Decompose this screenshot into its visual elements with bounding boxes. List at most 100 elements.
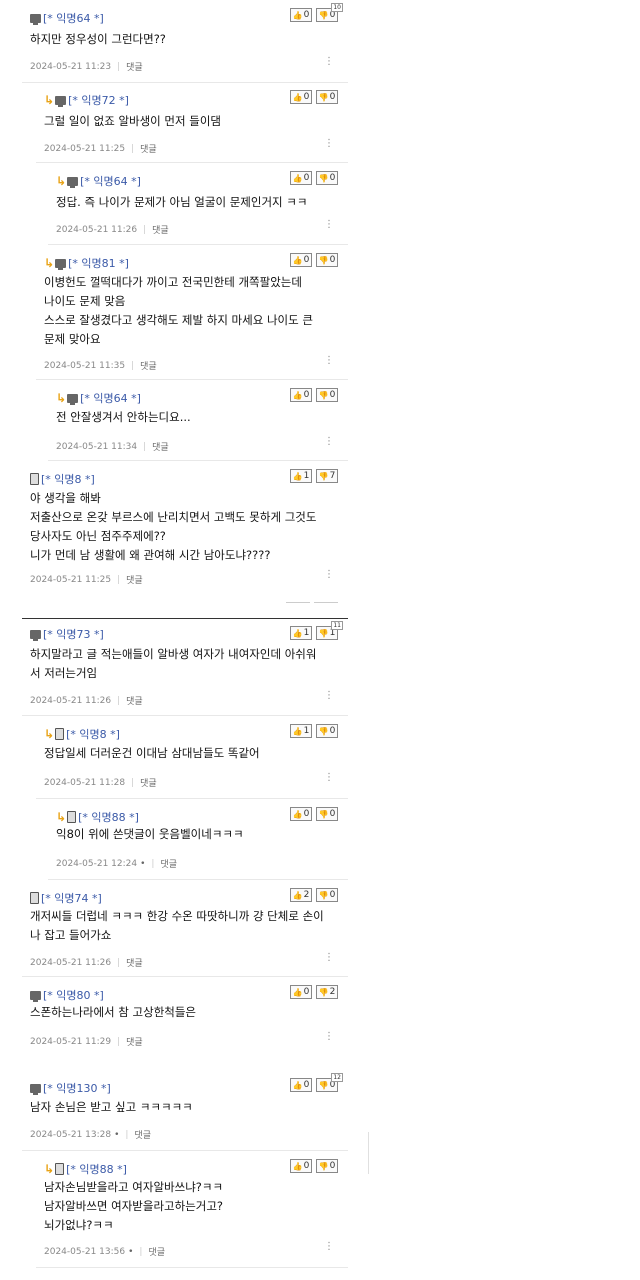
more-icon[interactable]: ⋮ [324, 1242, 334, 1252]
more-icon[interactable]: ⋮ [324, 570, 334, 580]
pc-icon [30, 13, 41, 25]
comment-author[interactable]: [* 익명81 *] [68, 255, 129, 271]
reply-link[interactable]: 댓글 [126, 1035, 143, 1048]
comment-item: ↳ [* 익명88 *] 👍 0 👎 0 남자손님받을라고 여자알바쓰냐?ㅋㅋ 남자… [36, 1151, 348, 1268]
more-icon[interactable]: ⋮ [324, 437, 334, 447]
reply-link[interactable]: 댓글 [152, 223, 169, 236]
dislike-button[interactable]: 👎 0 [316, 888, 338, 902]
more-icon[interactable]: ⋮ [324, 1032, 334, 1042]
more-icon[interactable]: ⋮ [324, 57, 334, 67]
reply-link[interactable]: 댓글 [160, 857, 177, 870]
comment-item: ↳ [* 익명88 *] 👍 0 👎 0 익8이 위에 쓴댓글이 웃음벨이네ㅋㅋㅋ … [48, 799, 348, 880]
comment-author[interactable]: [* 익명73 *] [43, 626, 104, 642]
count-badge: 12 [331, 1073, 343, 1082]
reply-link[interactable]: 댓글 [134, 1128, 151, 1141]
comment-author[interactable]: [* 익명130 *] [43, 1080, 111, 1096]
comment-author[interactable]: [* 익명88 *] [78, 809, 139, 825]
comment-body: 그럴 일이 없죠 알바생이 먼저 들이댐 [44, 114, 221, 128]
reply-link[interactable]: 댓글 [140, 142, 157, 155]
comment-time: 2024-05-21 11:23 [30, 61, 112, 72]
like-button[interactable]: 👍 0 [290, 90, 312, 104]
more-icon[interactable]: ⋮ [324, 691, 334, 701]
reply-link[interactable]: 댓글 [126, 694, 143, 707]
reply-link[interactable]: 댓글 [140, 776, 157, 789]
more-icon[interactable]: ⋮ [324, 220, 334, 230]
dislike-button[interactable]: 👎 7 [316, 469, 338, 483]
dislike-button[interactable]: 👎 0 [316, 1159, 338, 1173]
reply-link[interactable]: 댓글 [126, 573, 143, 586]
comment-author[interactable]: [* 익명64 *] [80, 390, 141, 406]
like-button[interactable]: 👍 0 [290, 253, 312, 267]
pc-icon [55, 258, 67, 270]
divider [286, 602, 310, 603]
thumbs-down-icon: 👎 [318, 471, 329, 481]
thumbs-down-icon: 👎 [318, 390, 329, 400]
like-button[interactable]: 👍 2 [290, 888, 312, 902]
like-button[interactable]: 👍 0 [290, 1159, 312, 1173]
comment-header: ↳ [* 익명72 *] [44, 92, 129, 108]
dislike-button[interactable]: 👎 2 [316, 985, 338, 999]
dislike-button[interactable]: 👎 0 [316, 253, 338, 267]
comment-time: 2024-05-21 11:25 [44, 143, 126, 154]
dislike-button[interactable]: 👎 0 [316, 724, 338, 738]
comment-author[interactable]: [* 익명8 *] [41, 471, 95, 487]
mobile-icon [67, 811, 77, 823]
comment-header: ↳ [* 익명8 *] [44, 726, 120, 742]
comment-body: 개저씨들 더럽네 ㅋㅋㅋ 한강 수온 따땃하니까 걍 단체로 손이 나 잡고 들… [30, 909, 324, 942]
reply-link[interactable]: 댓글 [126, 60, 143, 73]
comment-author[interactable]: [* 익명64 *] [80, 173, 141, 189]
comment-meta: 2024-05-21 11:28 | 댓글 [44, 776, 157, 790]
comment-header: ↳ [* 익명88 *] [44, 1161, 127, 1177]
like-button[interactable]: 👍 0 [290, 8, 312, 22]
reply-link[interactable]: 댓글 [152, 440, 169, 453]
reply-link[interactable]: 댓글 [148, 1245, 165, 1258]
comment-author[interactable]: [* 익명80 *] [43, 987, 104, 1003]
dislike-button[interactable]: 👎 0 [316, 388, 338, 402]
like-button[interactable]: 👍 1 [290, 626, 312, 640]
comment-header: ↳ [* 익명64 *] [56, 173, 141, 189]
thumbs-up-icon: 👍 [292, 809, 303, 819]
dislike-button[interactable]: 👎 0 [316, 807, 338, 821]
dislike-button[interactable]: 👎 0 [316, 171, 338, 185]
dislike-button[interactable]: 👎 1 11 [316, 621, 343, 640]
comment-time: 2024-05-21 11:34 [56, 441, 138, 452]
more-icon[interactable]: ⋮ [324, 139, 334, 149]
dislike-button[interactable]: 👎 0 [316, 90, 338, 104]
comment-author[interactable]: [* 익명8 *] [66, 726, 120, 742]
dislike-button[interactable]: 👎 0 12 [316, 1073, 343, 1092]
pc-icon [67, 393, 79, 405]
comment-author[interactable]: [* 익명88 *] [66, 1161, 127, 1177]
like-button[interactable]: 👍 1 [290, 469, 312, 483]
reply-link[interactable]: 댓글 [126, 956, 143, 969]
more-icon[interactable]: ⋮ [324, 356, 334, 366]
thumbs-down-icon: 👎 [318, 92, 329, 102]
comment-author[interactable]: [* 익명74 *] [41, 890, 102, 906]
dislike-button[interactable]: 👎 0 10 [316, 3, 343, 22]
comment-author[interactable]: [* 익명72 *] [68, 92, 129, 108]
like-button[interactable]: 👍 0 [290, 1078, 312, 1092]
mobile-icon [55, 728, 65, 740]
comment-header: ↳ [* 익명88 *] [56, 809, 139, 825]
comment-item: [* 익명80 *] 👍 0 👎 2 스폰하는나라에서 참 고상한척들은 2024-… [22, 977, 348, 1057]
more-icon[interactable]: ⋮ [324, 773, 334, 783]
comment-time: 2024-05-21 12:24 [56, 858, 138, 869]
comment-item: ↳ [* 익명81 *] 👍 0 👎 0 이병헌도 껄떡대다가 까이고 전국민한테 … [36, 245, 348, 380]
comment-item: ↳ [* 익명72 *] 👍 0 👎 0 그럴 일이 없죠 알바생이 먼저 들이댐 … [36, 82, 348, 163]
like-button[interactable]: 👍 1 [290, 724, 312, 738]
comment-item: [* 익명8 *] 👍 1 👎 7 야 생각을 해봐 저출산으로 온갖 부르스에 난… [22, 461, 348, 601]
comment-body: 남자 손님은 받고 싶고 ㅋㅋㅋㅋㅋ [30, 1100, 193, 1114]
reply-link[interactable]: 댓글 [140, 359, 157, 372]
like-button[interactable]: 👍 0 [290, 807, 312, 821]
comment-author[interactable]: [* 익명64 *] [43, 10, 104, 26]
like-button[interactable]: 👍 0 [290, 388, 312, 402]
thumbs-up-icon: 👍 [292, 726, 303, 736]
comment-item: [* 익명64 *] 👍 0 👎 0 10 하지만 정우성이 그런다면?? 2024-… [22, 0, 348, 83]
comment-time: 2024-05-21 11:35 [44, 360, 126, 371]
comment-body: 남자손님받을라고 여자알바쓰냐?ㅋㅋ 남자알바쓰면 여자받을라고하는거고? 뇌가… [44, 1180, 224, 1232]
more-icon[interactable]: ⋮ [324, 953, 334, 963]
pc-icon [30, 1083, 41, 1095]
thumbs-down-icon: 👎 [318, 890, 329, 900]
like-button[interactable]: 👍 0 [290, 985, 312, 999]
comment-time: 2024-05-21 11:29 [30, 1036, 112, 1047]
like-button[interactable]: 👍 0 [290, 171, 312, 185]
